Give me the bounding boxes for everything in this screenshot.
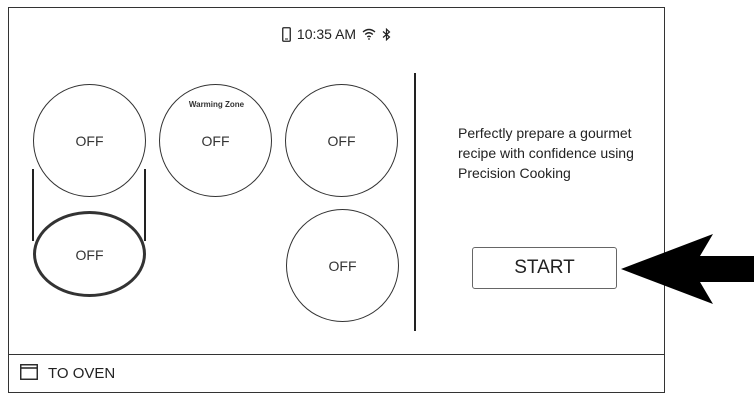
warming-zone-label: Warming Zone [188, 100, 245, 109]
phone-icon [282, 26, 291, 42]
burner-front-left-state: OFF [75, 133, 104, 149]
burner-rear-right-state: OFF [328, 258, 357, 274]
status-time: 10:35 AM [296, 26, 357, 42]
burner-rear-right[interactable]: OFF [286, 209, 399, 322]
precision-cooking-promo: Perfectly prepare a gourmet recipe with … [458, 125, 634, 181]
burner-warming-zone[interactable]: Warming Zone OFF [159, 84, 272, 197]
panel-divider [414, 73, 416, 331]
status-bar: 10:35 AM [9, 24, 664, 44]
cooktop-screen: 10:35 AM OFF Warming Zone OFF OFF OFF OF… [8, 7, 665, 393]
bridge-line-right [144, 169, 146, 241]
burner-front-right[interactable]: OFF [285, 84, 398, 197]
to-oven-label: TO OVEN [48, 365, 116, 382]
to-oven-button[interactable]: TO OVEN [9, 354, 664, 392]
burner-front-left[interactable]: OFF [33, 84, 146, 197]
burner-rear-left[interactable]: OFF [33, 211, 146, 297]
bluetooth-icon [382, 27, 391, 41]
bridge-line-left [32, 169, 34, 241]
oven-icon [20, 363, 38, 384]
burner-front-right-state: OFF [327, 133, 356, 149]
burner-warming-zone-state: OFF [201, 133, 230, 149]
start-button[interactable]: START [472, 247, 617, 289]
wifi-icon [362, 28, 376, 40]
pointer-arrow-icon [621, 234, 754, 304]
burner-rear-left-state: OFF [75, 247, 104, 263]
